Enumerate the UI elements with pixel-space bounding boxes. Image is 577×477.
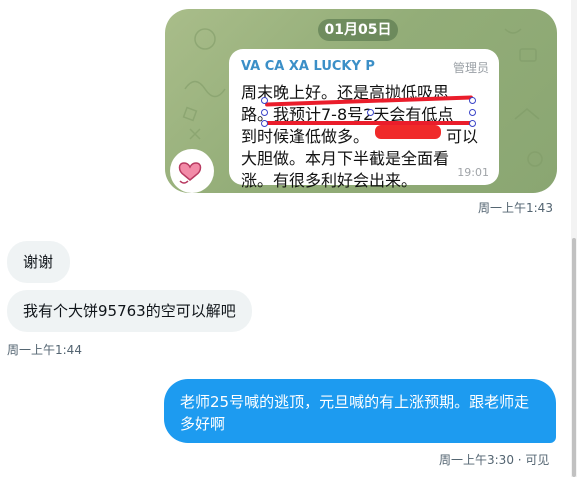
selection-handle[interactable] xyxy=(469,120,476,127)
selection-handle[interactable] xyxy=(261,109,268,116)
shared-image[interactable]: 01月05日 VA CA XA LUCKY P 管理员 周末晚上好。还是高抛低吸… xyxy=(165,9,557,193)
selection-handle[interactable] xyxy=(261,97,268,104)
selection-handle[interactable] xyxy=(469,97,476,104)
incoming-message[interactable]: 我有个大饼95763的空可以解吧 xyxy=(7,290,252,332)
scrollbar-thumb[interactable] xyxy=(572,238,576,477)
heart-sticker-icon xyxy=(178,162,202,184)
message-time: 19:01 xyxy=(457,166,489,179)
selection-handle[interactable] xyxy=(469,109,476,116)
message-timestamp: 周一上午3:30 · 可见 xyxy=(439,453,550,467)
scrollbar-track[interactable] xyxy=(571,0,577,477)
admin-badge: 管理员 xyxy=(452,61,489,75)
selection-handle[interactable] xyxy=(261,120,268,127)
sender-name[interactable]: VA CA XA LUCKY P xyxy=(241,59,375,74)
message-line: 到时候逢低做多。 xyxy=(241,127,370,146)
channel-message-bubble: VA CA XA LUCKY P 管理员 周末晚上好。还是高抛低吸思 路。我预计… xyxy=(229,49,499,190)
message-timestamp: 周一上午1:44 xyxy=(7,343,82,357)
redaction-mark xyxy=(375,125,441,139)
date-pill: 01月05日 xyxy=(318,19,398,41)
sender-avatar[interactable] xyxy=(170,149,214,193)
message-line: 大胆做。本月下半截是全面看 xyxy=(241,149,450,168)
outgoing-message[interactable]: 老师25号喊的逃顶，元旦喊的有上涨预期。跟老师走多好啊 xyxy=(164,379,556,443)
message-timestamp: 周一上午1:43 xyxy=(478,201,553,215)
message-line: 涨。有很多利好会出来。 xyxy=(241,171,418,190)
selection-handle[interactable] xyxy=(367,109,374,116)
incoming-message[interactable]: 谢谢 xyxy=(7,241,70,283)
highlight-underline-bottom xyxy=(265,121,473,125)
